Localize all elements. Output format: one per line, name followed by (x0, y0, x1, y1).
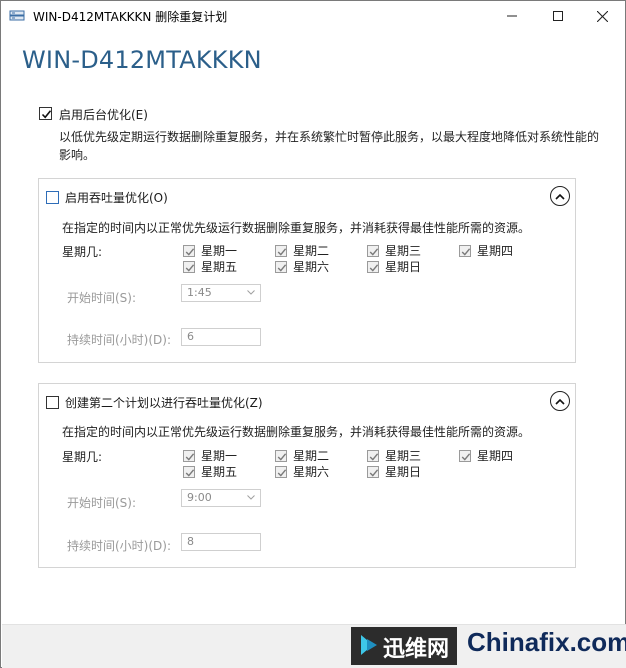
watermark-en-text: Chinafix.com (467, 627, 626, 657)
close-icon (596, 10, 608, 22)
day-label: 星期三 (385, 244, 422, 258)
enable-background-checkbox[interactable] (39, 107, 52, 120)
day-checkbox-wed[interactable]: 星期三 (367, 242, 421, 259)
day-label: 星期二 (293, 449, 330, 463)
collapse-panel-2-button[interactable] (550, 391, 570, 411)
day-label: 星期四 (477, 244, 514, 258)
second-schedule-description: 在指定的时间内以正常优先级运行数据删除重复服务，并消耗获得最佳性能所需的资源。 (62, 425, 531, 439)
day-label: 星期日 (385, 465, 422, 479)
chevron-down-icon (247, 495, 255, 500)
window-title: WIN-D412MTAKKKN 删除重复计划 (33, 10, 228, 24)
day-checkbox-mon[interactable]: 星期一 (183, 242, 237, 259)
watermark-logo-icon (361, 635, 377, 655)
close-button[interactable] (579, 1, 625, 31)
duration-value: 6 (187, 330, 194, 343)
title-bar: WIN-D412MTAKKKN 删除重复计划 (1, 1, 625, 31)
start-time-value: 1:45 (187, 286, 212, 299)
chevron-up-icon (555, 398, 565, 405)
day-checkbox-sat-2[interactable]: 星期六 (275, 463, 329, 480)
day-label: 星期日 (385, 260, 422, 274)
background-description: 以低优先级定期运行数据删除重复服务，并在系统繁忙时暂停此服务，以最大程度地降低对… (59, 130, 600, 162)
throughput-description: 在指定的时间内以正常优先级运行数据删除重复服务，并消耗获得最佳性能所需的资源。 (62, 221, 531, 235)
start-time-label: 开始时间(S): (67, 291, 137, 305)
dedup-schedule-window: WIN-D412MTAKKKN 删除重复计划 WIN-D412MTAKKKN 启… (0, 0, 626, 668)
day-label: 星期六 (293, 260, 330, 274)
start-time-select[interactable]: 1:45 (181, 284, 261, 302)
day-checkbox-tue-2[interactable]: 星期二 (275, 447, 329, 464)
duration-input[interactable]: 8 (181, 533, 261, 551)
maximize-button[interactable] (535, 1, 581, 31)
day-checkbox-sun-2[interactable]: 星期日 (367, 463, 421, 480)
day-checkbox-mon-2[interactable]: 星期一 (183, 447, 237, 464)
day-label: 星期五 (201, 465, 238, 479)
day-label: 星期五 (201, 260, 238, 274)
day-label: 星期四 (477, 449, 514, 463)
day-label: 星期六 (293, 465, 330, 479)
chevron-down-icon (247, 290, 255, 295)
start-time-value: 9:00 (187, 491, 212, 504)
day-checkbox-tue[interactable]: 星期二 (275, 242, 329, 259)
duration-label: 持续时间(小时)(D): (67, 539, 172, 553)
day-label: 星期三 (385, 449, 422, 463)
enable-background-label: 启用后台优化(E) (59, 108, 148, 122)
start-time-select[interactable]: 9:00 (181, 489, 261, 507)
day-label: 星期一 (201, 449, 238, 463)
minimize-icon (507, 15, 517, 17)
day-checkbox-fri-2[interactable]: 星期五 (183, 463, 237, 480)
duration-value: 8 (187, 535, 194, 548)
day-checkbox-sun[interactable]: 星期日 (367, 258, 421, 275)
day-checkbox-sat[interactable]: 星期六 (275, 258, 329, 275)
server-icon (9, 9, 25, 23)
maximize-icon (553, 11, 563, 21)
day-checkbox-fri[interactable]: 星期五 (183, 258, 237, 275)
enable-throughput-checkbox[interactable] (46, 191, 59, 204)
start-time-label: 开始时间(S): (67, 496, 137, 510)
minimize-button[interactable] (489, 1, 535, 31)
chevron-up-icon (555, 193, 565, 200)
weekday-label: 星期几: (62, 450, 103, 464)
duration-label: 持续时间(小时)(D): (67, 333, 172, 347)
day-checkbox-thu[interactable]: 星期四 (459, 242, 513, 259)
weekday-label: 星期几: (62, 245, 103, 259)
day-label: 星期一 (201, 244, 238, 258)
second-schedule-label: 创建第二个计划以进行吞吐量优化(Z) (65, 396, 263, 410)
day-label: 星期二 (293, 244, 330, 258)
second-schedule-checkbox[interactable] (46, 396, 59, 409)
watermark-cn-text: 迅维网 (383, 637, 450, 662)
duration-input[interactable]: 6 (181, 328, 261, 346)
page-title: WIN-D412MTAKKKN (22, 46, 262, 74)
day-checkbox-wed-2[interactable]: 星期三 (367, 447, 421, 464)
collapse-panel-1-button[interactable] (550, 186, 570, 206)
day-checkbox-thu-2[interactable]: 星期四 (459, 447, 513, 464)
enable-throughput-label: 启用吞吐量优化(O) (65, 191, 168, 205)
